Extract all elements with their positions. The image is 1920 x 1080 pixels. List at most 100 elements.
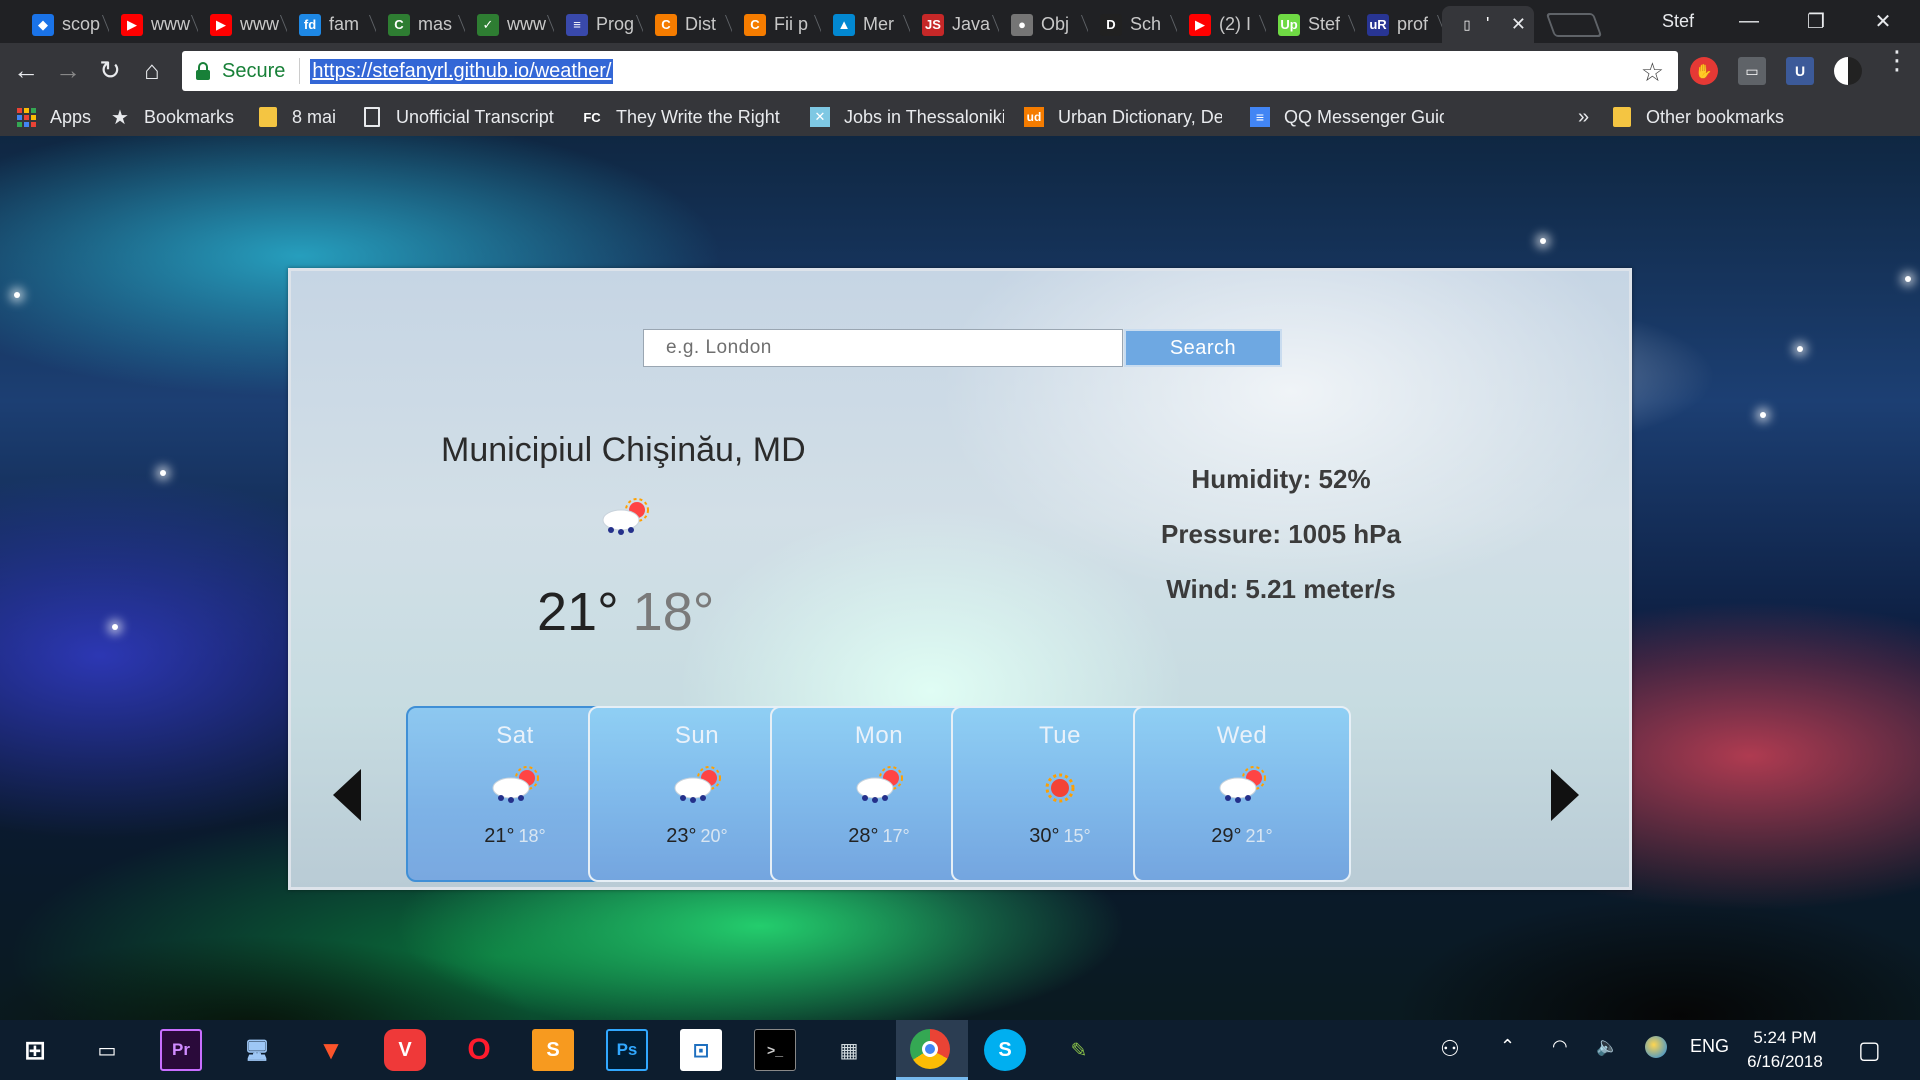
browser-tab[interactable]: JS Java bbox=[908, 6, 999, 43]
document-icon bbox=[362, 107, 382, 127]
ublock-extension-icon[interactable]: U bbox=[1786, 57, 1814, 85]
task-view-icon[interactable]: ▭ bbox=[86, 1029, 128, 1071]
tab-title: Fii p bbox=[774, 14, 809, 34]
people-icon[interactable]: ⚇ bbox=[1440, 1036, 1460, 1062]
opera-icon[interactable]: O bbox=[458, 1029, 500, 1071]
remote-desktop-icon[interactable]: 🖥 bbox=[236, 1029, 278, 1071]
tab-favicon-icon: D bbox=[1100, 13, 1122, 36]
wind-text: Wind: 5.21 meter/s bbox=[1166, 574, 1396, 604]
search-button[interactable]: Search bbox=[1124, 329, 1282, 367]
screenshot-icon[interactable]: ▦ bbox=[828, 1029, 870, 1071]
address-bar[interactable]: Secure https://stefanyrl.github.io/weath… bbox=[182, 51, 1678, 91]
url-text[interactable]: https://stefanyrl.github.io/weather/ bbox=[310, 58, 614, 84]
wifi-icon[interactable]: ◠ bbox=[1552, 1036, 1568, 1057]
bookmark-apps[interactable]: Apps bbox=[16, 98, 110, 136]
tabs-row: ◆ scop ▶ www ▶ www fd fam Cmas ✓ www ≡ Prog C Dist C Fii… bbox=[18, 6, 1603, 43]
bookmark-they-write[interactable]: FC They Write the Right bbox=[582, 98, 810, 136]
skype-icon[interactable]: S bbox=[984, 1029, 1026, 1071]
next-arrow-icon[interactable] bbox=[1551, 769, 1579, 821]
prev-arrow-icon[interactable] bbox=[333, 769, 361, 821]
notepad-icon[interactable]: ✎ bbox=[1058, 1029, 1100, 1071]
chrome-icon[interactable] bbox=[910, 1029, 950, 1069]
browser-tab[interactable]: ▶ www bbox=[107, 6, 198, 43]
browser-tab[interactable]: D Sch bbox=[1086, 6, 1177, 43]
home-button[interactable]: ⌂ bbox=[134, 52, 170, 88]
star-sparkle bbox=[1905, 276, 1911, 282]
folder-icon bbox=[1612, 107, 1632, 127]
browser-tab[interactable]: ▶ www bbox=[196, 6, 287, 43]
browser-toolbar: ← → ↻ ⌂ Secure https://stefanyrl.github.… bbox=[0, 43, 1920, 98]
browser-tab[interactable]: ▯ ' ✕ bbox=[1442, 6, 1534, 43]
weather-tray-icon[interactable] bbox=[1645, 1036, 1667, 1058]
security-label: Secure bbox=[222, 59, 286, 82]
reload-button[interactable]: ↻ bbox=[92, 52, 128, 88]
adblock-extension-icon[interactable]: ✋ bbox=[1690, 57, 1718, 85]
tab-title: Mer bbox=[863, 14, 894, 34]
city-search-input[interactable] bbox=[643, 329, 1123, 367]
tab-close-icon[interactable]: ✕ bbox=[1511, 14, 1526, 35]
rain-sun-icon bbox=[492, 766, 539, 803]
bookmark-urban-dictionary[interactable]: ud Urban Dictionary, De bbox=[1024, 98, 1250, 136]
sublime-icon[interactable]: S bbox=[532, 1029, 574, 1071]
city-name: Municipiul Chişinău, MD bbox=[441, 431, 806, 469]
chat-extension-icon[interactable]: ▭ bbox=[1738, 57, 1766, 85]
tab-favicon-icon: JS bbox=[922, 13, 944, 36]
premiere-icon[interactable]: Pr bbox=[160, 1029, 202, 1071]
forecast-low: 18° bbox=[518, 826, 546, 846]
chevron-up-icon[interactable]: ⌃ bbox=[1500, 1036, 1515, 1057]
tab-title: www bbox=[240, 14, 279, 34]
windows-taskbar: ⊞ ▭ Pr 🖥 ▼ V O S Ps ⊡ >_ ▦ S ✎ ⚇ ⌃ ◠ 🔈 E… bbox=[0, 1020, 1920, 1080]
forecast-day-card[interactable]: Wed 29° 21° bbox=[1133, 706, 1351, 882]
browser-tab[interactable]: Up Stef bbox=[1264, 6, 1355, 43]
browser-tab[interactable]: ▶ (2) I bbox=[1175, 6, 1266, 43]
browser-tab[interactable]: ● Obj bbox=[997, 6, 1088, 43]
bookmark-qq[interactable]: ≡ QQ Messenger Guid bbox=[1250, 98, 1458, 136]
forecast-low: 15° bbox=[1063, 826, 1091, 846]
bookmark-8-mai[interactable]: 8 mai bbox=[258, 98, 362, 136]
browser-tab[interactable]: ✓ www bbox=[463, 6, 554, 43]
forecast-high: 21° bbox=[484, 825, 515, 847]
system-clock[interactable]: 5:24 PM 6/16/2018 bbox=[1730, 1026, 1840, 1074]
browser-tab[interactable]: uR prof bbox=[1353, 6, 1444, 43]
bookmark-other[interactable]: Other bookmarks bbox=[1612, 98, 1792, 136]
bookmark-bookmarks[interactable]: ★ Bookmarks bbox=[110, 98, 258, 136]
tab-title: scop bbox=[62, 14, 101, 34]
forecast-low: 21° bbox=[1245, 826, 1273, 846]
browser-tab[interactable]: fd fam bbox=[285, 6, 376, 43]
sourcetree-icon[interactable]: ⊡ bbox=[680, 1029, 722, 1071]
restore-button[interactable]: ❐ bbox=[1785, 0, 1847, 43]
language-indicator[interactable]: ENG bbox=[1690, 1036, 1729, 1057]
more-bookmarks-button[interactable]: » bbox=[1578, 98, 1612, 136]
chrome-menu-icon[interactable]: ⋮ bbox=[1884, 47, 1910, 73]
tab-title: fam bbox=[329, 14, 360, 34]
forecast-day-name: Wed bbox=[1216, 722, 1268, 749]
volume-icon[interactable]: 🔈 bbox=[1596, 1036, 1618, 1057]
forward-button[interactable]: → bbox=[50, 52, 86, 88]
close-window-button[interactable]: ✕ bbox=[1852, 0, 1914, 43]
terminal-icon[interactable]: >_ bbox=[754, 1029, 796, 1071]
browser-tab[interactable]: C Dist bbox=[641, 6, 732, 43]
new-tab-button[interactable] bbox=[1545, 13, 1603, 37]
browser-tab[interactable]: ≡ Prog bbox=[552, 6, 643, 43]
tab-title: prof bbox=[1397, 14, 1429, 34]
back-button[interactable]: ← bbox=[8, 52, 44, 88]
browser-tab[interactable]: ◆ scop bbox=[18, 6, 109, 43]
minimize-button[interactable]: — bbox=[1718, 0, 1780, 43]
dark-mode-extension-icon[interactable] bbox=[1834, 57, 1862, 85]
photoshop-icon[interactable]: Ps bbox=[606, 1029, 648, 1071]
browser-tab[interactable]: Cmas bbox=[374, 6, 465, 43]
bookmark-label: Urban Dictionary, De bbox=[1058, 106, 1222, 127]
tab-title: www bbox=[151, 14, 190, 34]
bookmark-jobs[interactable]: ✕ Jobs in Thessaloniki, bbox=[810, 98, 1024, 136]
rain-sun-icon bbox=[856, 766, 903, 803]
brave-icon[interactable]: ▼ bbox=[310, 1029, 352, 1071]
vivaldi-icon[interactable]: V bbox=[384, 1029, 426, 1071]
star-sparkle bbox=[112, 624, 118, 630]
bookmark-transcript[interactable]: Unofficial Transcript bbox=[362, 98, 582, 136]
browser-tab[interactable]: C Fii p bbox=[730, 6, 821, 43]
tab-favicon-icon: C bbox=[388, 13, 410, 36]
browser-tab[interactable]: ▲ Mer bbox=[819, 6, 910, 43]
action-center-icon[interactable]: ▢ bbox=[1858, 1036, 1881, 1065]
windows-start-icon[interactable]: ⊞ bbox=[14, 1029, 56, 1071]
bookmark-star-icon[interactable]: ☆ bbox=[1641, 57, 1664, 88]
